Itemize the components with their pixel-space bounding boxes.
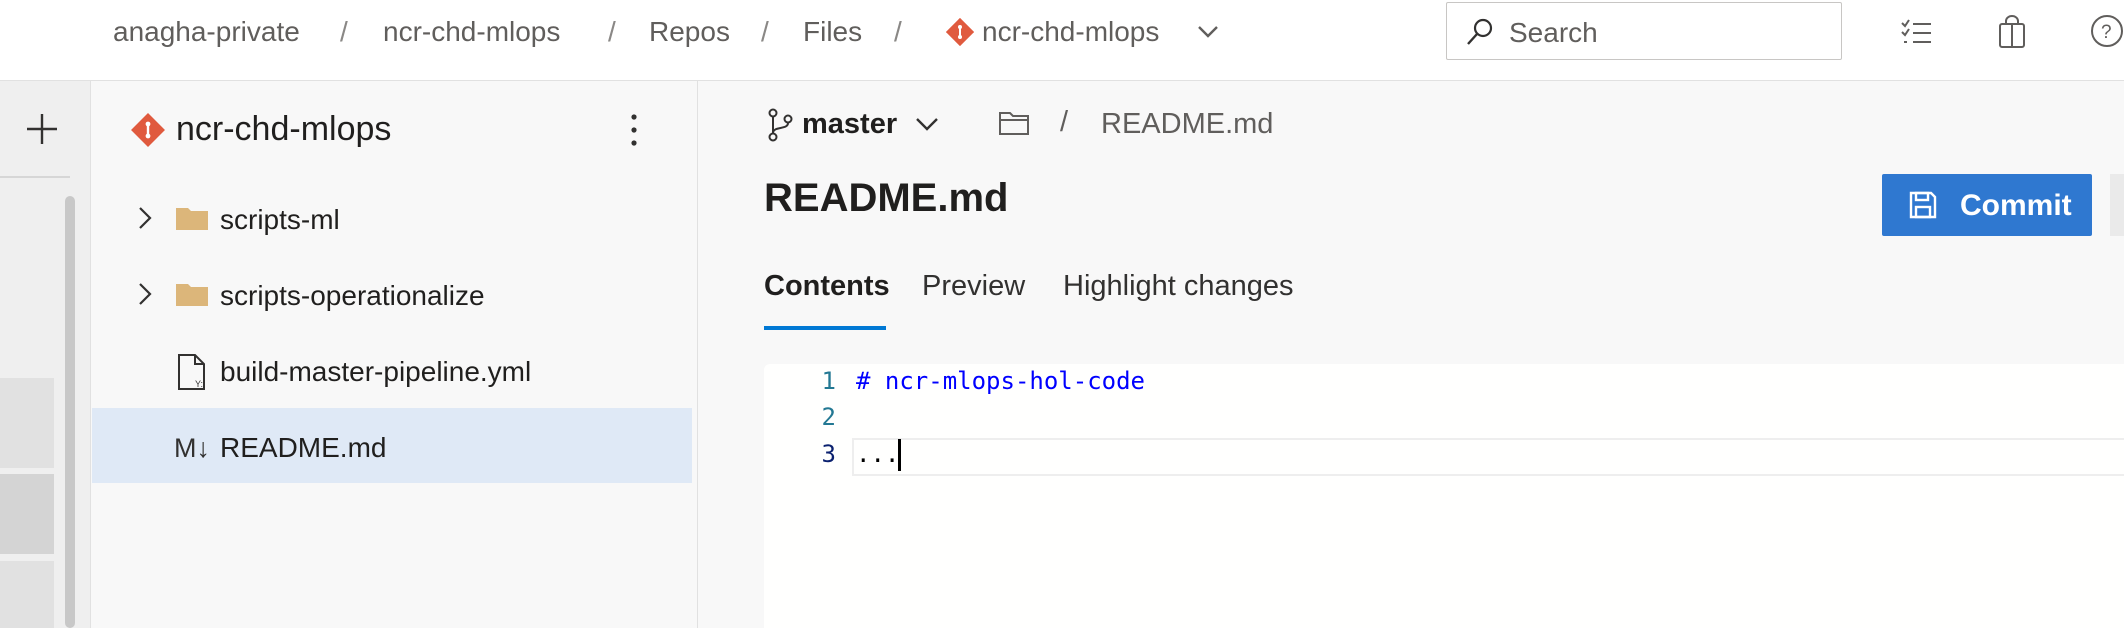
rail-scrollbar[interactable] (65, 196, 75, 628)
commit-button[interactable]: Commit (1882, 174, 2092, 236)
yaml-file-icon: Y: (177, 354, 207, 390)
tab-contents[interactable]: Contents (764, 270, 890, 303)
breadcrumb-separator: / (608, 16, 616, 47)
breadcrumb-separator: / (894, 16, 902, 47)
tab-highlight-changes[interactable]: Highlight changes (1063, 270, 1294, 303)
path-file: README.md (1101, 108, 1274, 140)
folder-outline-icon[interactable] (998, 110, 1030, 136)
rail-item[interactable] (0, 378, 54, 468)
markdown-icon: M↓ (174, 433, 210, 463)
folder-icon (175, 205, 209, 231)
tree-item-label[interactable]: README.md (220, 432, 386, 464)
text-cursor (898, 439, 901, 471)
breadcrumb-separator: / (761, 16, 769, 47)
breadcrumb-project[interactable]: ncr-chd-mlops (383, 16, 560, 48)
tree-item-label[interactable]: build-master-pipeline.yml (220, 356, 531, 388)
commit-label: Commit (1960, 189, 2072, 222)
code-line[interactable]: # ncr-mlops-hol-code (856, 367, 1145, 395)
task-list-icon[interactable] (1900, 17, 1932, 49)
breadcrumb-files[interactable]: Files (803, 16, 862, 48)
rail-item[interactable] (0, 474, 54, 554)
code-editor[interactable]: 1 # ncr-mlops-hol-code 2 3 ... (764, 364, 2124, 628)
tab-selected-indicator (764, 326, 886, 330)
line-number: 3 (821, 440, 836, 468)
branch-name[interactable]: master (802, 108, 897, 141)
tab-preview[interactable]: Preview (922, 270, 1025, 303)
chevron-right-icon[interactable] (137, 206, 153, 230)
breadcrumb-repo[interactable]: ncr-chd-mlops (982, 16, 1159, 48)
line-number: 2 (821, 403, 836, 431)
repo-name[interactable]: ncr-chd-mlops (176, 110, 391, 149)
branch-icon (766, 108, 794, 142)
current-line-highlight (852, 438, 2124, 476)
shopping-bag-icon[interactable] (1997, 15, 2027, 49)
tree-item-label[interactable]: scripts-ml (220, 204, 340, 236)
top-bar: anagha-private / ncr-chd-mlops / Repos /… (0, 0, 2124, 81)
line-number: 1 (821, 367, 836, 395)
chevron-right-icon[interactable] (137, 282, 153, 306)
chevron-down-icon[interactable] (914, 114, 940, 134)
page-title: README.md (764, 176, 1009, 220)
breadcrumb-separator: / (340, 16, 348, 47)
add-icon[interactable] (24, 111, 60, 147)
path-separator: / (1060, 106, 1069, 138)
git-repo-icon (945, 17, 975, 47)
search-box[interactable]: Search (1446, 2, 1842, 60)
folder-icon (175, 281, 209, 307)
code-line[interactable]: ... (856, 440, 899, 468)
chevron-down-icon[interactable] (1196, 22, 1220, 42)
help-icon[interactable]: ? (2090, 14, 2124, 48)
more-options-icon[interactable] (624, 112, 644, 148)
tree-item-label[interactable]: scripts-operationalize (220, 280, 485, 312)
search-icon (1465, 17, 1495, 47)
svg-text:?: ? (2101, 22, 2112, 43)
search-input[interactable]: Search (1509, 17, 1598, 49)
breadcrumb-repos[interactable]: Repos (649, 16, 730, 48)
save-icon (1908, 190, 1938, 220)
svg-text:Y:: Y: (195, 379, 203, 389)
rail-divider (0, 176, 70, 178)
rail-item[interactable] (0, 561, 54, 628)
breadcrumb-organization[interactable]: anagha-private (113, 16, 300, 48)
left-rail (0, 81, 91, 628)
git-repo-icon (131, 113, 165, 147)
secondary-button[interactable] (2110, 174, 2124, 236)
